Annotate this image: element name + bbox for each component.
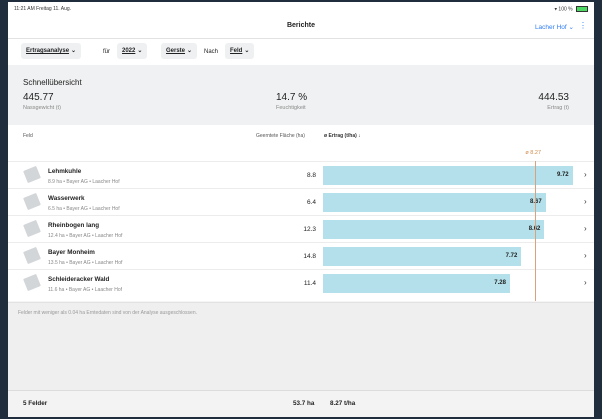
field-shape-icon (23, 246, 41, 265)
yield-label: Ertrag (t) (547, 105, 569, 111)
yield-value-label: 8.62 (500, 226, 541, 232)
exclusion-note: Felder mit weniger als 0.04 ha Erntedate… (18, 310, 197, 316)
chevron-down-icon: ⌄ (187, 48, 193, 54)
field-subtitle: 12.4 ha • Bayer AG • Laacher Hof (48, 233, 123, 239)
filter-word-by: Nach (204, 49, 219, 55)
field-area: 8.8 (306, 172, 316, 179)
yield-metric: 444.53 Ertrag (t) (538, 92, 569, 111)
overview-title: Schnellübersicht (23, 78, 82, 87)
field-area: 12.3 (303, 226, 316, 233)
column-area[interactable]: Geerntete Fläche (ha) (256, 133, 305, 139)
yield-value-label: 7.28 (494, 280, 506, 286)
table-footer: 5 Felder 53.7 ha 8.27 t/ha (8, 390, 594, 417)
average-line (535, 161, 537, 301)
moisture-value: 14.7 % (276, 92, 308, 103)
vertical-dots-icon[interactable]: ⋮ (579, 21, 587, 30)
field-subtitle: 11.6 ha • Bayer AG • Laacher Hof (48, 287, 123, 293)
status-bar: 11:21 AM Freitag 11. Aug. ▾ 100 % (8, 2, 594, 16)
field-name: Bayer Monheim (48, 249, 95, 256)
status-indicators: ▾ 100 % (555, 6, 588, 12)
year-label: 2022 (122, 48, 136, 54)
table-row[interactable]: Schleideracker Wald 11.6 ha • Bayer AG • … (8, 269, 594, 297)
chevron-right-icon[interactable]: › (584, 251, 594, 260)
table-row[interactable]: Wasserwerk 6.5 ha • Bayer AG • Laacher Ho… (8, 188, 594, 216)
field-shape-icon (23, 273, 41, 292)
app-frame: 11:21 AM Freitag 11. Aug. ▾ 100 % Berich… (8, 2, 594, 417)
column-field[interactable]: Feld (23, 133, 33, 139)
filter-bar: Ertragsanalyse ⌄ für 2022 ⌄ Gerste ⌄ Nach F… (8, 39, 594, 65)
average-label: ø 8.27 (525, 150, 542, 156)
chevron-down-icon: ⌄ (137, 48, 143, 54)
field-shape-icon (23, 192, 41, 211)
field-subtitle: 6.5 ha • Bayer AG • Laacher Hof (48, 206, 120, 212)
exclusion-note-area: Felder mit weniger als 0.04 ha Erntedate… (8, 302, 594, 391)
quick-overview: Schnellübersicht 445.77 Nassgewicht (t) … (8, 65, 594, 125)
chevron-right-icon[interactable]: › (584, 197, 594, 206)
group-label: Feld (230, 48, 243, 54)
chevron-down-icon: ⌄ (71, 48, 77, 54)
chevron-right-icon[interactable]: › (584, 224, 594, 233)
wifi-icon: ▾ (554, 6, 558, 13)
field-shape-icon (23, 219, 41, 238)
field-shape-icon (23, 165, 41, 184)
org-label: Lacher Hof (534, 24, 567, 31)
analysis-label: Ertragsanalyse (26, 48, 70, 54)
crop-label: Gerste (166, 48, 186, 54)
field-area: 14.8 (303, 253, 316, 260)
yield-value: 444.53 (538, 92, 569, 103)
analysis-dropdown[interactable]: Ertragsanalyse ⌄ (21, 43, 82, 59)
wet-weight-metric: 445.77 Nassgewicht (t) (23, 92, 61, 111)
nav-bar: Berichte Lacher Hof ⌄ ⋮ (8, 16, 594, 39)
field-name: Schleideracker Wald (48, 276, 110, 283)
table-header: Feld Geerntete Fläche (ha) ø Ertrag (t/h… (8, 125, 594, 147)
battery-icon (576, 6, 588, 12)
table-row[interactable]: Bayer Monheim 13.5 ha • Bayer AG • Laache… (8, 242, 594, 270)
chevron-down-icon: ⌄ (568, 24, 574, 31)
field-subtitle: 13.5 ha • Bayer AG • Laacher Hof (48, 260, 123, 266)
column-yield[interactable]: ø Ertrag (t/ha) ↓ (324, 133, 361, 139)
crop-dropdown[interactable]: Gerste ⌄ (161, 43, 198, 59)
status-time: 11:21 AM Freitag 11. Aug. (14, 6, 72, 12)
filter-word-for: für (103, 49, 111, 55)
battery-percent: 100 % (558, 6, 573, 13)
chevron-right-icon[interactable]: › (584, 170, 594, 179)
wet-weight-label: Nassgewicht (t) (23, 105, 61, 111)
group-dropdown[interactable]: Feld ⌄ (225, 43, 255, 59)
year-dropdown[interactable]: 2022 ⌄ (117, 43, 148, 59)
yield-value-label: 7.72 (505, 253, 518, 259)
org-selector[interactable]: Lacher Hof ⌄ (535, 23, 574, 31)
table-row[interactable]: Rheinbogen lang 12.4 ha • Bayer AG • Laac… (8, 215, 594, 243)
wet-weight-value: 445.77 (23, 92, 54, 103)
average-row: ø 8.27 (8, 147, 594, 161)
footer-area-total: 53.7 ha (293, 400, 315, 407)
chevron-right-icon[interactable]: › (584, 278, 594, 287)
field-name: Rheinbogen lang (48, 222, 100, 229)
footer-count: 5 Felder (23, 400, 48, 407)
page-title: Berichte (286, 22, 315, 29)
chevron-down-icon: ⌄ (244, 48, 250, 54)
field-name: Lehmkuhle (48, 168, 82, 175)
field-area: 6.4 (306, 199, 316, 206)
field-list: Lehmkuhle 8.9 ha • Bayer AG • Laacher Hof… (8, 161, 594, 301)
moisture-metric: 14.7 % Feuchtigkeit (276, 92, 307, 111)
field-area: 11.4 (303, 280, 316, 287)
table-row[interactable]: Lehmkuhle 8.9 ha • Bayer AG • Laacher Hof… (8, 161, 594, 189)
footer-yield-average: 8.27 t/ha (330, 400, 356, 407)
field-subtitle: 8.9 ha • Bayer AG • Laacher Hof (48, 179, 120, 185)
field-name: Wasserwerk (48, 195, 85, 202)
moisture-label: Feuchtigkeit (276, 105, 306, 111)
